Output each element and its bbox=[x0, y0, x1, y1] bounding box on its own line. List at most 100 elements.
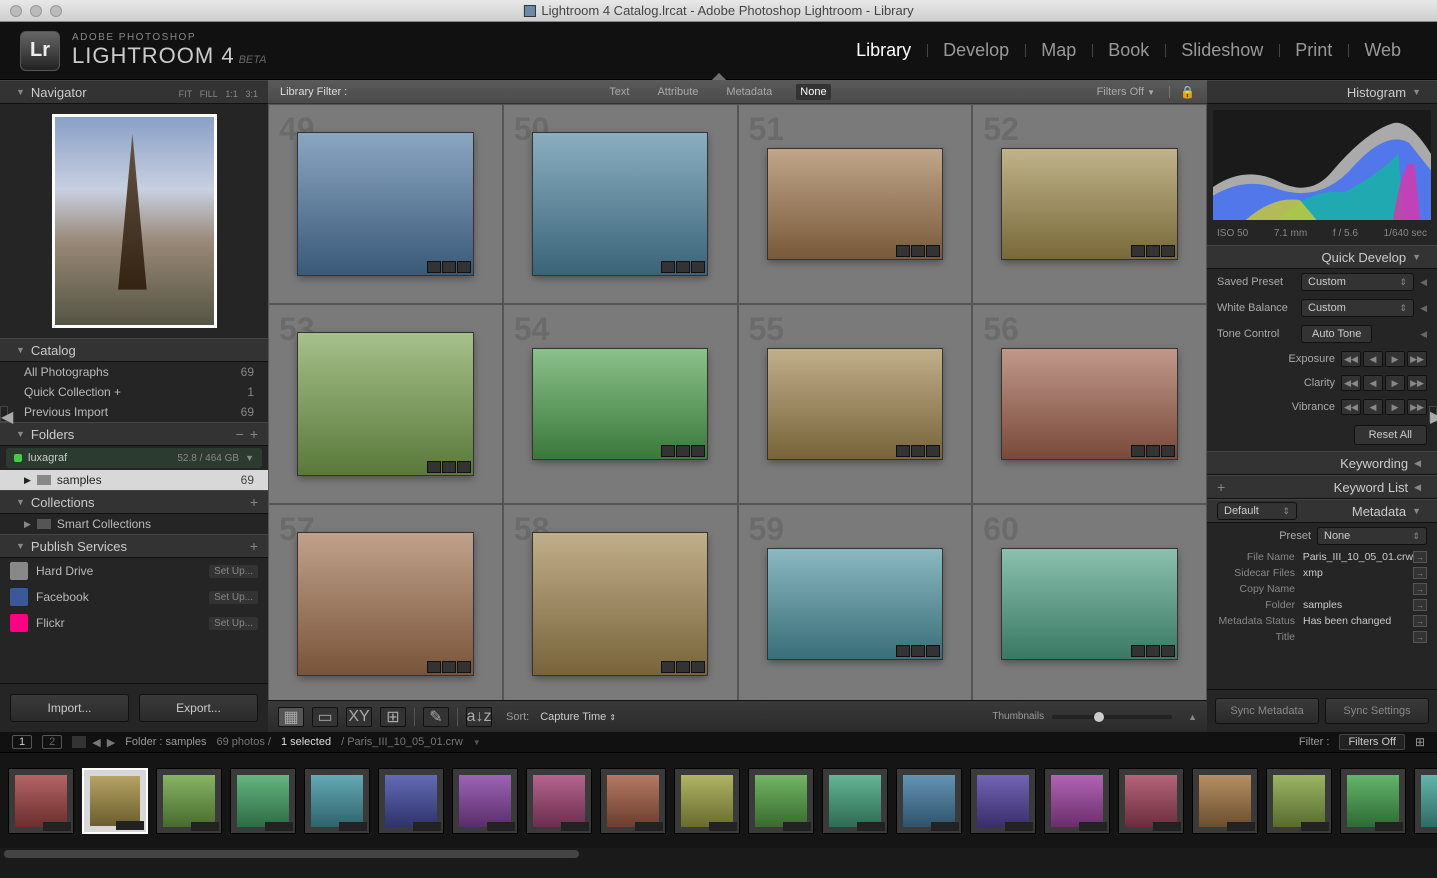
filmstrip-thumb[interactable] bbox=[822, 768, 888, 834]
catalog-item[interactable]: All Photographs69 bbox=[0, 362, 268, 382]
filmstrip-thumb[interactable] bbox=[1266, 768, 1332, 834]
grid-cell[interactable]: 52 bbox=[972, 104, 1207, 304]
window-1-button[interactable]: 1 bbox=[12, 735, 32, 749]
filmstrip-thumb[interactable] bbox=[1340, 768, 1406, 834]
import-button[interactable]: Import... bbox=[10, 694, 129, 722]
metadata-header[interactable]: Default Metadata▼ bbox=[1207, 499, 1437, 523]
inc-button[interactable]: ▶ bbox=[1385, 351, 1405, 367]
publish-service[interactable]: FacebookSet Up... bbox=[0, 584, 268, 610]
export-button[interactable]: Export... bbox=[139, 694, 258, 722]
plus-icon[interactable]: + bbox=[250, 538, 258, 554]
folders-header[interactable]: ▼ Folders − + bbox=[0, 422, 268, 446]
survey-view-icon[interactable]: ⊞ bbox=[380, 707, 406, 727]
dec-large-button[interactable]: ◀◀ bbox=[1341, 351, 1361, 367]
grid-cell[interactable]: 58 bbox=[503, 504, 738, 700]
filter-none[interactable]: None bbox=[796, 84, 830, 100]
prev-icon[interactable]: ◀ bbox=[92, 736, 100, 749]
minus-icon[interactable]: − bbox=[236, 426, 244, 442]
filmstrip-thumb[interactable] bbox=[970, 768, 1036, 834]
setup-button[interactable]: Set Up... bbox=[209, 617, 258, 630]
filmstrip-thumb[interactable] bbox=[230, 768, 296, 834]
module-develop[interactable]: Develop bbox=[927, 40, 1025, 61]
chevron-down-icon[interactable]: ▼ bbox=[473, 738, 481, 747]
module-slideshow[interactable]: Slideshow bbox=[1165, 40, 1279, 61]
inc-button[interactable]: ▶ bbox=[1385, 375, 1405, 391]
grid-cell[interactable]: 59 bbox=[738, 504, 973, 700]
goto-icon[interactable]: → bbox=[1413, 567, 1427, 579]
chevron-left-icon[interactable]: ◀ bbox=[1420, 329, 1427, 340]
filter-attribute[interactable]: Attribute bbox=[653, 84, 702, 100]
grid-cell[interactable]: 60 bbox=[972, 504, 1207, 700]
module-book[interactable]: Book bbox=[1092, 40, 1165, 61]
filmstrip-thumb[interactable] bbox=[452, 768, 518, 834]
histogram-display[interactable] bbox=[1213, 110, 1431, 220]
publish-service[interactable]: FlickrSet Up... bbox=[0, 610, 268, 636]
filmstrip-thumb[interactable] bbox=[304, 768, 370, 834]
next-icon[interactable]: ▶ bbox=[107, 736, 115, 749]
setup-button[interactable]: Set Up... bbox=[209, 565, 258, 578]
grid-cell[interactable]: 54 bbox=[503, 304, 738, 504]
module-print[interactable]: Print bbox=[1279, 40, 1348, 61]
filmstrip-thumb[interactable] bbox=[378, 768, 444, 834]
plus-icon[interactable]: + bbox=[1217, 479, 1225, 495]
filters-off-toggle[interactable]: Filters Off ▼ bbox=[1093, 84, 1159, 100]
volume-row[interactable]: luxagraf 52.8 / 464 GB ▼ bbox=[6, 448, 262, 468]
filmstrip-thumb[interactable] bbox=[8, 768, 74, 834]
dec-button[interactable]: ◀ bbox=[1363, 399, 1383, 415]
filmstrip-thumb[interactable] bbox=[748, 768, 814, 834]
filmstrip-scrollbar[interactable] bbox=[0, 848, 1437, 860]
filmstrip-thumb[interactable] bbox=[1044, 768, 1110, 834]
sort-direction-icon[interactable]: a↓z bbox=[466, 707, 492, 727]
catalog-item[interactable]: Quick Collection +1 bbox=[0, 382, 268, 402]
collections-header[interactable]: ▼ Collections + bbox=[0, 490, 268, 514]
histogram-header[interactable]: Histogram▼ bbox=[1207, 80, 1437, 104]
metadata-value[interactable]: samples bbox=[1303, 599, 1413, 611]
dec-button[interactable]: ◀ bbox=[1363, 375, 1383, 391]
close-window-icon[interactable] bbox=[10, 5, 22, 17]
reset-all-button[interactable]: Reset All bbox=[1354, 425, 1427, 445]
folder-path[interactable]: Folder : samples bbox=[125, 736, 206, 748]
catalog-header[interactable]: ▼ Catalog bbox=[0, 338, 268, 362]
filter-preset-dropdown[interactable]: Filters Off bbox=[1339, 734, 1404, 750]
chevron-left-icon[interactable]: ◀ bbox=[1420, 277, 1427, 288]
folder-item[interactable]: ▶samples69 bbox=[0, 470, 268, 490]
metadata-value[interactable]: Has been changed bbox=[1303, 615, 1413, 627]
filmstrip-thumb[interactable] bbox=[674, 768, 740, 834]
filmstrip-thumb[interactable] bbox=[1414, 768, 1437, 834]
compare-view-icon[interactable]: XY bbox=[346, 707, 372, 727]
metadata-set-dropdown[interactable]: Default bbox=[1217, 502, 1297, 520]
module-library[interactable]: Library bbox=[840, 40, 927, 61]
navigator-zoom-modes[interactable]: FIT FILL 1:1 3:1 bbox=[175, 85, 258, 100]
thumbnail-size-slider[interactable] bbox=[1052, 715, 1172, 719]
filmstrip-thumb[interactable] bbox=[1118, 768, 1184, 834]
auto-tone-button[interactable]: Auto Tone bbox=[1301, 325, 1372, 343]
setup-button[interactable]: Set Up... bbox=[209, 591, 258, 604]
metadata-value[interactable]: Paris_III_10_05_01.crw bbox=[1303, 551, 1413, 563]
right-edge-handle-icon[interactable]: ▶ bbox=[1429, 406, 1437, 422]
quick-develop-header[interactable]: Quick Develop▼ bbox=[1207, 245, 1437, 269]
filmstrip-thumb[interactable] bbox=[600, 768, 666, 834]
collection-item[interactable]: ▶ Smart Collections bbox=[0, 514, 268, 534]
window-2-button[interactable]: 2 bbox=[42, 735, 62, 749]
inc-large-button[interactable]: ▶▶ bbox=[1407, 399, 1427, 415]
plus-icon[interactable]: + bbox=[250, 494, 258, 510]
filmstrip-thumb[interactable] bbox=[526, 768, 592, 834]
filter-text[interactable]: Text bbox=[605, 84, 633, 100]
module-map[interactable]: Map bbox=[1025, 40, 1092, 61]
goto-icon[interactable]: → bbox=[1413, 631, 1427, 643]
filter-lock-icon[interactable]: ⊞ bbox=[1415, 735, 1425, 749]
chevron-up-icon[interactable]: ▲ bbox=[1188, 712, 1197, 722]
metadata-value[interactable]: xmp bbox=[1303, 567, 1413, 579]
grid-view-icon[interactable]: ▦ bbox=[278, 707, 304, 727]
grid-icon[interactable] bbox=[72, 736, 86, 748]
navigator-header[interactable]: ▼ Navigator FIT FILL 1:1 3:1 bbox=[0, 80, 268, 104]
grid-cell[interactable]: 51 bbox=[738, 104, 973, 304]
saved-preset-dropdown[interactable]: Custom bbox=[1301, 273, 1414, 291]
grid-cell[interactable]: 53 bbox=[268, 304, 503, 504]
goto-icon[interactable]: → bbox=[1413, 599, 1427, 611]
keyword-list-header[interactable]: + Keyword List◀ bbox=[1207, 475, 1437, 499]
sort-dropdown[interactable]: Capture Time ⇕ bbox=[540, 711, 616, 723]
navigator-preview[interactable] bbox=[0, 104, 268, 338]
sync-metadata-button[interactable]: Sync Metadata bbox=[1215, 698, 1319, 724]
catalog-item[interactable]: Previous Import69 bbox=[0, 402, 268, 422]
